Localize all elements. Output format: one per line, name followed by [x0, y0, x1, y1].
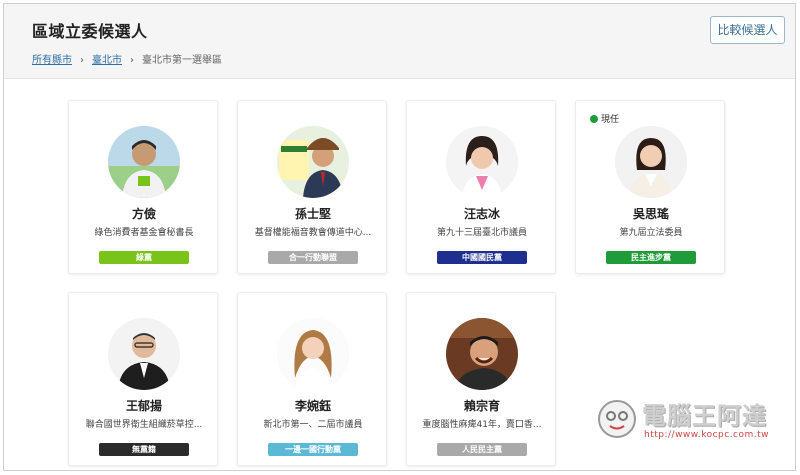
candidate-title: 綠色消費者基金會秘書長 [94, 228, 194, 238]
breadcrumb-separator-icon: › [80, 55, 84, 66]
candidate-name: 汪志冰 [463, 207, 500, 221]
breadcrumb: 所有縣市 › 臺北市 › 臺北市第一選舉區 [32, 51, 222, 66]
page-title: 區域立委候選人 [32, 22, 148, 41]
candidate-name: 孫士堅 [294, 207, 331, 221]
candidate-card[interactable]: 現任 吳思瑤 第九屆立法委員 民主進步黨 [575, 100, 725, 274]
candidate-title: 第九屆立法委員 [619, 228, 683, 238]
candidate-title: 重度腦性麻痺41年，賣口香... [422, 420, 542, 430]
page-header: 區域立委候選人 比較候選人 所有縣市 › 臺北市 › 臺北市第一選舉區 [4, 4, 795, 79]
candidate-avatar [446, 126, 518, 198]
candidate-card[interactable]: 賴宗育 重度腦性麻痺41年，賣口香... 人民民主黨 [406, 292, 556, 466]
breadcrumb-separator-icon: › [130, 55, 134, 66]
watermark-text: 電腦王阿達 [642, 402, 767, 430]
candidate-avatar [277, 318, 349, 390]
incumbent-dot-icon [590, 115, 598, 123]
candidate-name: 王郁揚 [125, 399, 162, 413]
party-badge: 中國國民黨 [437, 251, 527, 264]
party-badge: 民主進步黨 [606, 251, 696, 264]
candidate-card[interactable]: 王郁揚 聯合國世界衛生組織菸草控... 無黨籍 [68, 292, 218, 466]
watermark-mascot-icon [596, 398, 638, 440]
compare-candidates-button[interactable]: 比較候選人 [710, 16, 785, 44]
watermark-url: http://www.kocpc.com.tw [644, 430, 770, 440]
party-badge: 一邊一國行動黨 [268, 443, 358, 456]
candidate-avatar [615, 126, 687, 198]
party-badge: 合一行動聯盟 [268, 251, 358, 264]
candidate-card[interactable]: 李婉鈺 新北市第一、二屆市議員 一邊一國行動黨 [237, 292, 387, 466]
candidate-avatar [277, 126, 349, 198]
party-badge: 人民民主黨 [437, 443, 527, 456]
candidate-name: 李婉鈺 [294, 399, 331, 413]
party-badge: 綠黨 [99, 251, 189, 264]
candidate-avatar [446, 318, 518, 390]
party-badge: 無黨籍 [99, 443, 189, 456]
candidate-title: 基督權能福音教會傳道中心... [254, 228, 372, 238]
candidate-name: 吳思瑤 [632, 207, 669, 221]
breadcrumb-taipei-link[interactable]: 臺北市 [92, 55, 122, 66]
candidate-avatar [108, 318, 180, 390]
candidate-title: 第九十三屆臺北市議員 [436, 228, 527, 238]
incumbent-indicator: 現任 [590, 112, 619, 125]
breadcrumb-all-counties-link[interactable]: 所有縣市 [32, 55, 72, 66]
breadcrumb-current: 臺北市第一選舉區 [142, 55, 222, 66]
incumbent-label: 現任 [601, 115, 620, 125]
candidate-card[interactable]: 孫士堅 基督權能福音教會傳道中心... 合一行動聯盟 [237, 100, 387, 274]
candidate-avatar [108, 126, 180, 198]
watermark: 電腦王阿達 http://www.kocpc.com.tw [596, 394, 781, 450]
candidate-title: 新北市第一、二屆市議員 [263, 420, 363, 430]
candidate-title: 聯合國世界衛生組織菸草控... [85, 420, 203, 430]
candidate-name: 方儉 [131, 207, 156, 221]
app-frame: 區域立委候選人 比較候選人 所有縣市 › 臺北市 › 臺北市第一選舉區 方儉 綠色消費者… [3, 3, 796, 471]
candidate-card[interactable]: 方儉 綠色消費者基金會秘書長 綠黨 [68, 100, 218, 274]
candidate-card[interactable]: 汪志冰 第九十三屆臺北市議員 中國國民黨 [406, 100, 556, 274]
candidate-name: 賴宗育 [463, 399, 500, 413]
